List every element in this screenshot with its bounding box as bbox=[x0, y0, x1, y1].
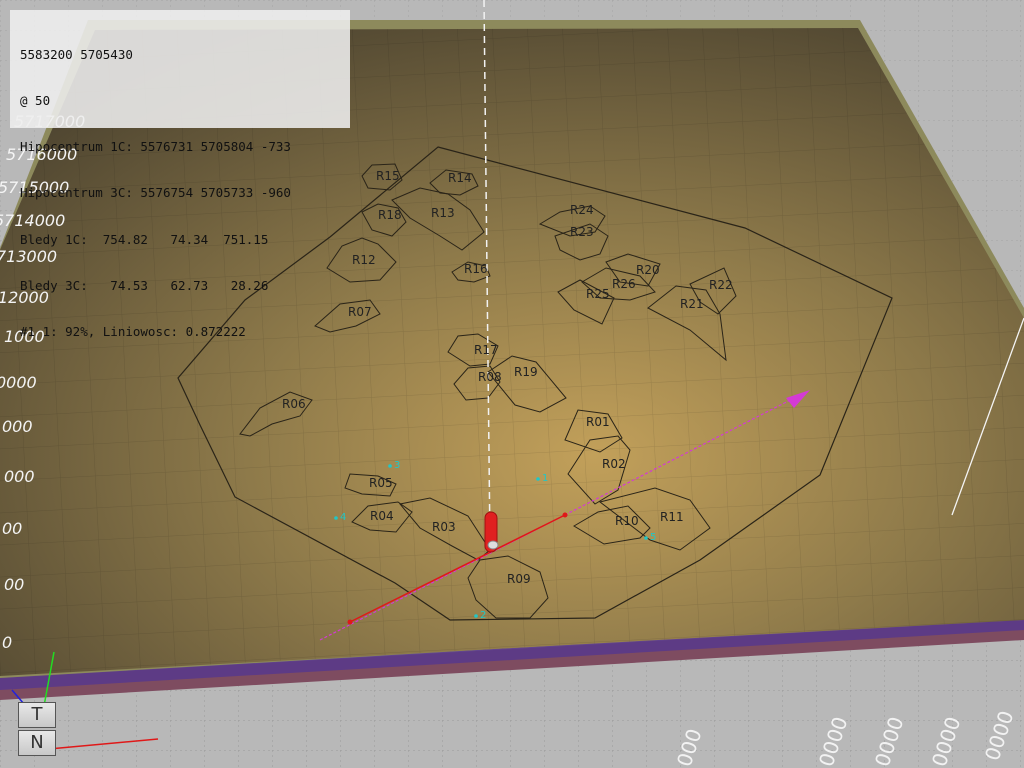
region-label: R02 bbox=[602, 457, 626, 471]
info-scale: @ 50 bbox=[20, 93, 51, 109]
region-label: R25 bbox=[586, 287, 610, 301]
region-label: R21 bbox=[680, 297, 704, 311]
event-marker[interactable] bbox=[536, 477, 540, 481]
region-label: R23 bbox=[570, 225, 594, 239]
info-linearity: #1 1: 92%, Liniowosc: 0.872222 bbox=[20, 324, 246, 340]
region-label: R15 bbox=[376, 169, 400, 183]
region-label: R09 bbox=[507, 572, 531, 586]
region-label: R05 bbox=[369, 476, 393, 490]
view-cube[interactable]: T N bbox=[16, 702, 60, 758]
view-cube-top-face[interactable]: T bbox=[18, 702, 56, 728]
event-label: 5 bbox=[650, 532, 656, 543]
region-label: R18 bbox=[378, 208, 402, 222]
red-axis-end-marker bbox=[562, 512, 568, 518]
region-label: R14 bbox=[448, 171, 472, 185]
region-label: R07 bbox=[348, 305, 372, 319]
info-panel: 5583200 5705430 @ 50 Hipocentrum 1C: 557… bbox=[10, 10, 350, 339]
info-errors-3c: Bledy 3C: 74.53 62.73 28.26 bbox=[20, 277, 269, 293]
region-label: R24 bbox=[570, 203, 594, 217]
view-cube-front-face[interactable]: N bbox=[18, 730, 56, 756]
info-coordinates: 5583200 5705430 bbox=[20, 46, 133, 62]
event-label: 2 bbox=[480, 610, 486, 621]
hypocenter-point bbox=[487, 540, 499, 550]
region-label: R11 bbox=[660, 510, 684, 524]
event-marker[interactable] bbox=[388, 464, 392, 468]
event-label: 1 bbox=[542, 473, 548, 484]
region-label: R01 bbox=[586, 415, 610, 429]
info-hypocenter-1c: Hipocentrum 1C: 5576731 5705804 -733 bbox=[20, 139, 291, 155]
left-axis-label: 000 bbox=[2, 417, 33, 436]
region-label: R04 bbox=[370, 509, 394, 523]
region-label: R12 bbox=[352, 253, 376, 267]
region-label: R08 bbox=[478, 370, 502, 384]
region-label: R06 bbox=[282, 397, 306, 411]
region-label: R19 bbox=[514, 365, 538, 379]
region-label: R22 bbox=[709, 278, 733, 292]
region-label: R17 bbox=[474, 343, 498, 357]
event-marker[interactable] bbox=[334, 516, 338, 520]
info-errors-1c: Bledy 1C: 754.82 74.34 751.15 bbox=[20, 231, 269, 247]
event-label: 4 bbox=[340, 512, 346, 523]
region-label: R13 bbox=[431, 206, 455, 220]
left-axis-label: 00 bbox=[2, 519, 22, 538]
left-axis-label: 0 bbox=[2, 633, 12, 652]
region-label: R10 bbox=[615, 514, 639, 528]
region-label: R26 bbox=[612, 277, 636, 291]
region-label: R16 bbox=[464, 262, 488, 276]
event-label: 3 bbox=[394, 460, 400, 471]
left-axis-label: 000 bbox=[4, 467, 35, 486]
event-marker[interactable] bbox=[644, 536, 648, 540]
region-label: R03 bbox=[432, 520, 456, 534]
left-axis-label: 00 bbox=[4, 575, 24, 594]
region-label: R20 bbox=[636, 263, 660, 277]
info-hypocenter-3c: Hipocentrum 3C: 5576754 5705733 -960 bbox=[20, 185, 291, 201]
left-axis-label: 0000 bbox=[0, 373, 37, 392]
event-marker[interactable] bbox=[474, 614, 478, 618]
red-axis-end-marker bbox=[347, 619, 353, 625]
